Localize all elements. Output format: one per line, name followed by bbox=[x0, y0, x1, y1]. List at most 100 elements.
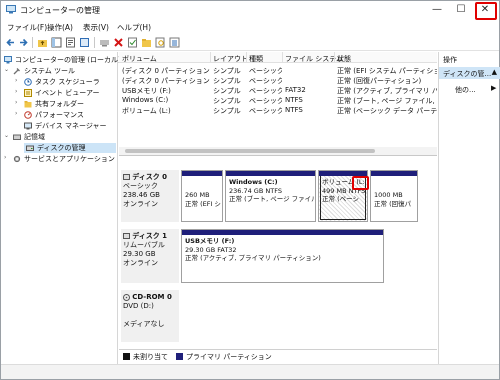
search-icon[interactable] bbox=[155, 37, 166, 48]
properties-icon[interactable] bbox=[65, 37, 76, 48]
operations-disk-management[interactable]: ディスクの管... ▲ bbox=[439, 67, 500, 79]
computer-management-window: コンピューターの管理 — ☐ ✕ ファイル(F) 操作(A) 表示(V) ヘルプ… bbox=[0, 0, 500, 380]
tree-label: 共有フォルダー bbox=[35, 100, 84, 108]
scrollbar-thumb[interactable] bbox=[125, 149, 375, 153]
column-divider[interactable] bbox=[282, 52, 283, 63]
menu-view[interactable]: 表示(V) bbox=[83, 22, 109, 33]
legend-swatch-primary bbox=[176, 353, 183, 360]
chevron-down-icon[interactable]: ⌄ bbox=[4, 132, 11, 139]
check-icon[interactable] bbox=[127, 37, 138, 48]
tree-item-device-manager[interactable]: デバイス マネージャー bbox=[24, 121, 116, 131]
view-list-icon[interactable] bbox=[169, 37, 180, 48]
volume-list-header: ボリューム レイアウト 種類 ファイル システム 状態 bbox=[119, 52, 437, 63]
chevron-right-icon[interactable]: › bbox=[15, 88, 22, 95]
legend-label-primary: プライマリ パーティション bbox=[186, 353, 272, 361]
chevron-right-icon[interactable]: › bbox=[15, 110, 22, 117]
menu-action[interactable]: 操作(A) bbox=[47, 22, 73, 33]
partition-windows-c[interactable]: Windows (C:) 236.74 GB NTFS 正常 (ブート, ページ… bbox=[225, 170, 316, 222]
operations-selected-label: ディスクの管... bbox=[443, 70, 492, 78]
disk-name: ディスク 0 bbox=[123, 173, 177, 182]
tree-label: ディスクの管理 bbox=[37, 144, 86, 152]
disk-1-status: オンライン bbox=[123, 259, 158, 267]
menu-bar: ファイル(F) 操作(A) 表示(V) ヘルプ(H) bbox=[1, 19, 499, 33]
tree-item-shared-folders[interactable]: › 共有フォルダー bbox=[15, 99, 116, 109]
partition-text: Windows (C:) 236.74 GB NTFS 正常 (ブート, ページ… bbox=[229, 178, 314, 204]
shared-folder-icon bbox=[24, 101, 32, 108]
computer-management-icon bbox=[4, 56, 12, 64]
chevron-right-icon[interactable]: › bbox=[4, 154, 11, 161]
disk-0-label[interactable]: ディスク 0 ベーシック 238.46 GB オンライン bbox=[121, 170, 179, 222]
partition-bar bbox=[226, 171, 315, 176]
partition-efi[interactable]: 260 MB 正常 (EFI シ bbox=[181, 170, 223, 222]
drive-letter-highlight-box bbox=[352, 176, 369, 190]
column-header-status[interactable]: 状態 bbox=[337, 54, 351, 64]
partition-text: 260 MB 正常 (EFI シ bbox=[185, 191, 221, 208]
back-arrow-icon[interactable] bbox=[5, 37, 16, 48]
table-row[interactable]: (ディスク 0 パーティション 4) シンプル ベーシック 正常 (回復パーティ… bbox=[119, 75, 437, 85]
column-header-layout[interactable]: レイアウト bbox=[213, 54, 248, 64]
tree-label: パフォーマンス bbox=[35, 111, 84, 119]
tree-item-services[interactable]: › サービスとアプリケーション bbox=[4, 154, 116, 164]
partition-text: USBメモリ (F:) 29.30 GB FAT32 正常 (アクティブ, プラ… bbox=[185, 237, 382, 263]
partition-recovery[interactable]: 1000 MB 正常 (回復パ bbox=[370, 170, 418, 222]
tree-item-disk-management[interactable]: ディスクの管理 bbox=[24, 143, 116, 153]
tree-item-system-tools[interactable]: ⌄ システム ツール bbox=[4, 66, 116, 76]
table-row[interactable]: ボリューム (L:) シンプル ベーシック NTFS 正常 (ベーシック データ… bbox=[119, 105, 437, 115]
delete-icon[interactable] bbox=[113, 37, 124, 48]
column-header-volume[interactable]: ボリューム bbox=[122, 54, 157, 64]
tree-label: 記憶域 bbox=[24, 133, 45, 141]
volume-layout: シンプル bbox=[213, 107, 241, 115]
volume-filesystem: FAT32 bbox=[285, 86, 306, 94]
volume-status: 正常 (ベーシック データ パーティシ bbox=[337, 107, 437, 115]
chevron-down-icon[interactable]: ⌄ bbox=[4, 66, 11, 73]
tree-item-storage[interactable]: ⌄ 記憶域 bbox=[4, 132, 116, 142]
cdrom-0-name: CD-ROM 0 bbox=[132, 293, 172, 301]
folder-open-icon[interactable] bbox=[141, 37, 152, 48]
chevron-right-icon[interactable]: ▶ bbox=[491, 84, 496, 92]
table-row[interactable]: Windows (C:) シンプル ベーシック NTFS 正常 (ブート, ペー… bbox=[119, 95, 437, 105]
table-row[interactable]: (ディスク 0 パーティション 1) シンプル ベーシック 正常 (EFI シス… bbox=[119, 65, 437, 75]
column-header-type[interactable]: 種類 bbox=[249, 54, 263, 64]
partition-detail: 正常 (ベーシ bbox=[322, 195, 359, 203]
column-divider[interactable] bbox=[246, 52, 247, 63]
operations-header: 操作 bbox=[443, 56, 457, 64]
horizontal-scrollbar[interactable] bbox=[119, 147, 437, 155]
tree-root[interactable]: コンピューターの管理 (ローカル) bbox=[4, 55, 121, 65]
volume-type: ベーシック bbox=[249, 107, 282, 115]
column-divider[interactable] bbox=[334, 52, 335, 63]
up-folder-icon[interactable] bbox=[37, 37, 48, 48]
disk-0-status: オンライン bbox=[123, 200, 158, 208]
partition-detail: 正常 (EFI シ bbox=[185, 199, 221, 208]
menu-file[interactable]: ファイル(F) bbox=[7, 22, 47, 33]
operations-more-actions[interactable]: 他の... bbox=[455, 85, 476, 95]
partition-text: 1000 MB 正常 (回復パ bbox=[374, 191, 416, 208]
volume-filesystem: NTFS bbox=[285, 106, 303, 114]
toolbar-separator bbox=[94, 37, 95, 48]
cdrom-0-label[interactable]: CD-ROM 0 DVD (D:) メディアなし bbox=[121, 290, 179, 342]
help-icon[interactable] bbox=[79, 37, 90, 48]
tools-icon bbox=[13, 68, 20, 75]
disk-1-label[interactable]: ディスク 1 リムーバブル 29.30 GB オンライン bbox=[121, 229, 179, 283]
tree-item-task-scheduler[interactable]: › タスク スケジューラ bbox=[15, 77, 116, 87]
clock-icon bbox=[24, 78, 32, 86]
cdrom-icon bbox=[123, 293, 130, 301]
tree-item-performance[interactable]: › パフォーマンス bbox=[15, 110, 116, 120]
chevron-right-icon[interactable]: › bbox=[15, 77, 22, 84]
partition-size: 236.74 GB NTFS bbox=[229, 186, 282, 195]
column-divider[interactable] bbox=[210, 52, 211, 63]
toolbar-separator bbox=[32, 37, 33, 48]
menu-help[interactable]: ヘルプ(H) bbox=[117, 22, 151, 33]
connect-icon[interactable] bbox=[99, 37, 110, 48]
partition-detail: 正常 (ブート, ページ ファイル, ク bbox=[229, 195, 314, 203]
forward-arrow-icon[interactable] bbox=[18, 37, 29, 48]
partition-usb-f[interactable]: USBメモリ (F:) 29.30 GB FAT32 正常 (アクティブ, プラ… bbox=[181, 229, 384, 283]
chevron-right-icon[interactable]: › bbox=[15, 99, 22, 106]
disk-0-name: ディスク 0 bbox=[132, 173, 168, 181]
disk-0-type: ベーシック bbox=[123, 182, 158, 190]
maximize-button[interactable]: ☐ bbox=[449, 1, 473, 19]
minimize-button[interactable]: — bbox=[425, 1, 449, 19]
console-tree-icon[interactable] bbox=[51, 37, 62, 48]
table-row[interactable]: USBメモリ (F:) シンプル ベーシック FAT32 正常 (アクティブ, … bbox=[119, 85, 437, 95]
tree-item-event-viewer[interactable]: › イベント ビューアー bbox=[15, 88, 116, 98]
collapse-icon[interactable]: ▲ bbox=[492, 68, 497, 76]
